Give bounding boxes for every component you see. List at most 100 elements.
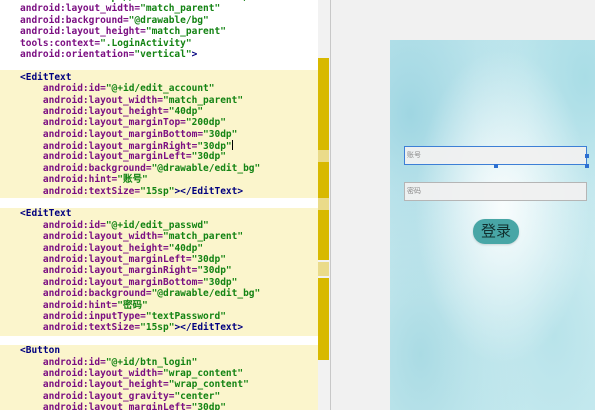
code-token-attr: android:layout_marginLeft= xyxy=(42,253,192,265)
code-token-attr: android:layout_marginRight= xyxy=(42,141,198,153)
code-line[interactable]: android:layout_height="match_parent" xyxy=(20,26,283,37)
code-token-attr: android:textSize= xyxy=(42,322,141,334)
code-token-attr: android:layout_width= xyxy=(42,231,163,243)
code-line[interactable]: android:layout_width="match_parent" xyxy=(20,3,283,14)
code-line[interactable]: android:hint="账号" xyxy=(20,174,283,185)
code-token-tag: <Button xyxy=(20,345,61,357)
code-token-str: "30dp" xyxy=(197,141,232,153)
code-token-str: "textPassword" xyxy=(145,310,226,322)
code-line[interactable] xyxy=(20,334,283,345)
code-token-attr: android:layout_height= xyxy=(42,379,169,391)
code-token-str: "30dp" xyxy=(191,402,226,410)
code-line[interactable]: android:orientation="vertical"> xyxy=(20,49,283,60)
code-line[interactable]: android:id="@+id/edit_account" xyxy=(20,83,283,94)
code-token-attr: android:orientation= xyxy=(20,48,135,60)
code-token-attr: android:layout_marginTop= xyxy=(42,117,186,129)
code-line[interactable] xyxy=(20,60,283,71)
code-line[interactable]: android:layout_marginLeft="30dp" xyxy=(20,402,283,410)
code-line[interactable]: android:layout_height="40dp" xyxy=(20,106,283,117)
code-token-str: "@drawable/edit_bg" xyxy=(151,288,261,300)
code-line[interactable]: android:layout_height="40dp" xyxy=(20,243,283,254)
code-line[interactable]: android:id="@+id/btn_login" xyxy=(20,357,283,368)
code-line[interactable]: <Button xyxy=(20,345,283,356)
code-line[interactable]: android:hint="密码" xyxy=(20,300,283,311)
code-line[interactable]: android:layout_width="match_parent" xyxy=(20,95,283,106)
code-line[interactable]: android:layout_width="match_parent" xyxy=(20,231,283,242)
code-token-attr: android:id= xyxy=(42,83,106,95)
code-line[interactable]: tools:context=".LoginActivity" xyxy=(20,38,283,49)
code-text[interactable]: xmlns:tools="http://schemas.android.com/… xyxy=(20,0,283,410)
code-token-attr: android:layout_marginLeft= xyxy=(42,402,192,410)
marker-button[interactable] xyxy=(318,278,329,360)
code-line[interactable]: android:layout_marginLeft="30dp" xyxy=(20,151,283,162)
code-line[interactable]: android:layout_marginRight="30dp" xyxy=(20,265,283,276)
code-line[interactable]: android:background="@drawable/edit_bg" xyxy=(20,288,283,299)
code-line[interactable]: <EditText xyxy=(20,208,283,219)
code-token-tag: <EditText xyxy=(20,208,72,220)
code-token-str: "@drawable/bg" xyxy=(128,14,209,26)
code-token-attr: android:background= xyxy=(20,14,129,26)
code-line[interactable]: android:textSize="15sp"></EditText> xyxy=(20,322,283,333)
code-token-str: "center" xyxy=(174,390,221,402)
code-token-attr: android:background= xyxy=(42,162,152,174)
code-token-tag: ></EditText> xyxy=(174,322,244,334)
code-token-str: ".LoginActivity" xyxy=(100,37,192,49)
code-token-str: "30dp" xyxy=(191,151,226,163)
code-token-attr: android:layout_marginRight= xyxy=(42,265,198,277)
code-line[interactable]: android:layout_width="wrap_content" xyxy=(20,368,283,379)
account-field[interactable]: 账号 xyxy=(404,146,587,165)
code-line[interactable]: android:layout_gravity="center" xyxy=(20,391,283,402)
code-line[interactable]: android:background="@drawable/bg" xyxy=(20,15,283,26)
code-token-str: "match_parent" xyxy=(145,26,226,38)
code-token-attr: android:layout_height= xyxy=(42,242,169,254)
resize-handle-bottom[interactable] xyxy=(494,164,498,168)
code-token-str: "15sp" xyxy=(140,322,175,334)
marker-gap xyxy=(318,198,329,210)
code-token-attr: android:inputType= xyxy=(42,310,146,322)
code-line[interactable]: android:background="@drawable/edit_bg" xyxy=(20,163,283,174)
marker-edittext-password[interactable] xyxy=(318,210,329,260)
code-token-attr: android:hint= xyxy=(42,174,118,186)
code-editor[interactable]: xmlns:tools="http://schemas.android.com/… xyxy=(0,0,330,410)
code-line[interactable]: android:layout_height="wrap_content" xyxy=(20,379,283,390)
resize-handle-right[interactable] xyxy=(585,154,589,158)
code-line[interactable]: android:inputType="textPassword" xyxy=(20,311,283,322)
password-field[interactable]: 密码 xyxy=(404,182,587,201)
code-line[interactable]: <EditText xyxy=(20,72,283,83)
code-token-attr: android:layout_marginBottom= xyxy=(42,276,204,288)
code-token-attr: android:id= xyxy=(42,356,106,368)
resize-handle-bottom-right[interactable] xyxy=(585,164,589,168)
code-token-str: "@drawable/edit_bg" xyxy=(151,162,261,174)
code-token-attr: android:hint= xyxy=(42,299,118,311)
code-token-str: "vertical" xyxy=(134,48,192,60)
marker-edittext-account[interactable] xyxy=(318,58,329,198)
code-token-str: "match_parent" xyxy=(163,94,244,106)
code-line[interactable]: android:layout_marginTop="200dp" xyxy=(20,117,283,128)
code-line[interactable]: android:id="@+id/edit_passwd" xyxy=(20,220,283,231)
code-line[interactable]: android:layout_marginRight="30dp" xyxy=(20,140,283,153)
code-line[interactable]: android:textSize="15sp"></EditText> xyxy=(20,186,283,197)
code-token-str: "match_parent" xyxy=(140,3,221,15)
code-token-str: "@+id/edit_account" xyxy=(105,83,215,95)
code-token-attr: android:layout_height= xyxy=(20,26,146,38)
login-button[interactable]: 登录 xyxy=(473,219,519,244)
code-token-str: "密码" xyxy=(117,299,148,311)
code-line[interactable]: android:layout_marginBottom="30dp" xyxy=(20,129,283,140)
code-token-attr: android:layout_height= xyxy=(42,105,169,117)
code-line[interactable]: android:layout_marginBottom="30dp" xyxy=(20,277,283,288)
code-line[interactable]: android:layout_marginLeft="30dp" xyxy=(20,254,283,265)
code-line[interactable] xyxy=(20,197,283,208)
